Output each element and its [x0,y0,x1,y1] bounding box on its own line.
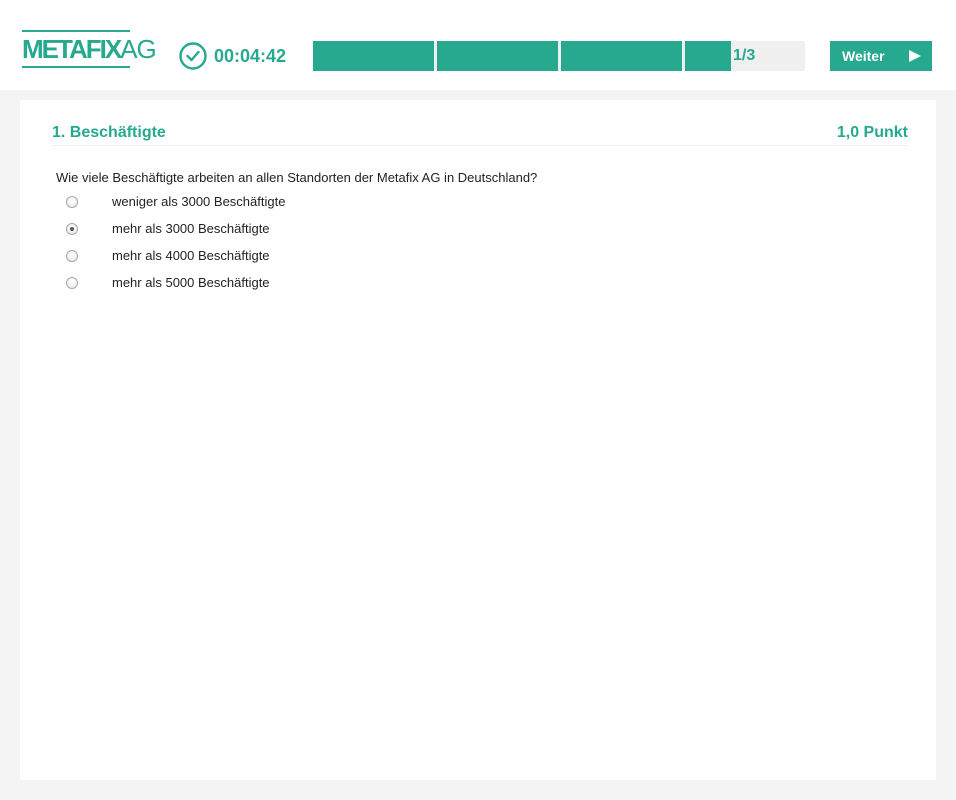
answer-option[interactable]: mehr als 4000 Beschäftigte [66,247,466,274]
clock-icon [179,42,207,70]
radio-button[interactable] [66,277,78,289]
logo-text: METAFIXAG [22,34,157,64]
answer-option-label: mehr als 3000 Beschäftigte [112,221,270,236]
timer-text: 00:04:42 [214,46,287,66]
radio-button[interactable] [66,196,78,208]
answer-option-label: weniger als 3000 Beschäftigte [112,194,286,209]
answer-option[interactable]: mehr als 5000 Beschäftigte [66,274,466,301]
play-triangle-icon [909,50,921,62]
logo: METAFIXAG [22,30,157,70]
logo-main: METAFIX [22,34,122,64]
answer-option-label: mehr als 5000 Beschäftigte [112,275,270,290]
logo-line-top [22,30,130,32]
progress-segment [313,41,434,71]
answer-option[interactable]: mehr als 3000 Beschäftigte [66,220,466,247]
progress-segment [561,41,682,71]
question-points: 1,0 Punkt [836,124,908,141]
question-header: 1. Beschäftigte 1,0 Punkt [52,122,908,146]
answer-option[interactable]: weniger als 3000 Beschäftigte [66,193,466,220]
next-button[interactable]: Weiter [830,41,932,71]
logo-suffix: AG [120,34,157,64]
question-panel: 1. Beschäftigte 1,0 Punkt Wie viele Besc… [20,100,936,780]
answer-options: weniger als 3000 Beschäftigte mehr als 30… [66,193,466,301]
progress-label: 1/3 [733,47,756,64]
top-bar: METAFIXAG 00:04:42 1/3 Weiter [0,0,956,90]
progress-segment [685,41,731,71]
question-text: Wie viele Beschäftigte arbeiten an allen… [56,170,538,185]
question-title: 1. Beschäftigte [52,124,166,141]
radio-button[interactable] [66,250,78,262]
timer: 00:04:42 [178,40,286,72]
answer-option-label: mehr als 4000 Beschäftigte [112,248,270,263]
radio-button[interactable] [66,223,78,235]
logo-line-bottom [22,66,130,68]
progress-segment [437,41,558,71]
progress-bar [313,41,805,71]
next-button-label: Weiter [842,48,885,64]
